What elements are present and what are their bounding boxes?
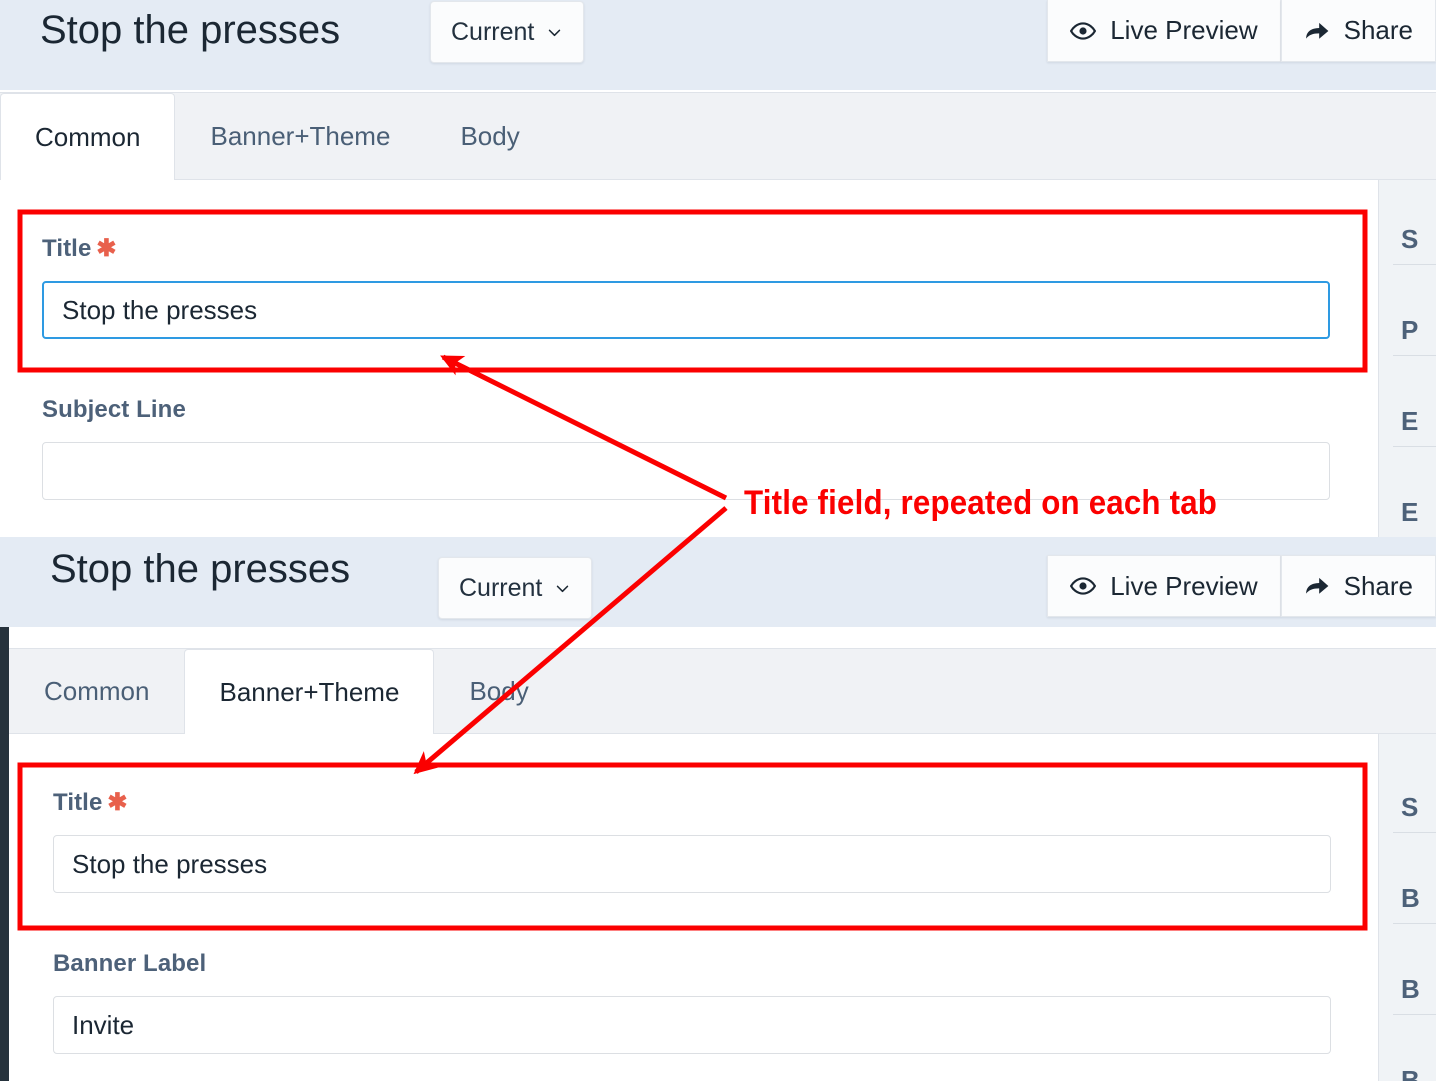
header-actions-bottom: Live Preview Share: [1047, 555, 1436, 617]
tab-body[interactable]: Body: [425, 93, 554, 179]
tab-body-label: Body: [469, 675, 529, 706]
tab-banner-theme[interactable]: Banner+Theme: [175, 93, 425, 179]
share-arrow-icon: [1305, 22, 1328, 39]
screenshot-canvas: Stop the presses Current Live Preview Sh…: [0, 0, 1436, 1081]
sidebar-item-2[interactable]: E: [1379, 396, 1436, 446]
page-title: Stop the presses: [40, 8, 341, 52]
screenshot-common-tab: Stop the presses Current Live Preview Sh…: [0, 0, 1436, 537]
sidebar-divider: [1393, 923, 1436, 924]
tab-common[interactable]: Common: [9, 649, 184, 733]
banner-label-field-label: Banner Label: [53, 950, 207, 977]
sidebar-divider: [1393, 1014, 1436, 1015]
version-dropdown-button[interactable]: Current: [438, 557, 593, 619]
share-button[interactable]: Share: [1280, 0, 1436, 62]
tab-common-label: Common: [35, 121, 141, 152]
screenshot-banner-theme-tab: Stop the presses Current Live Preview Sh…: [0, 537, 1436, 1081]
field-group-title-bottom: Title ✱: [53, 788, 1331, 893]
banner-label-input[interactable]: [53, 996, 1331, 1054]
live-preview-label: Live Preview: [1110, 15, 1258, 45]
sidebar-divider: [1393, 264, 1436, 265]
subject-line-field-label: Subject Line: [42, 396, 186, 423]
field-group-title-top: Title ✱: [42, 234, 1330, 339]
title-field-label: Title ✱: [53, 789, 128, 816]
tab-common[interactable]: Common: [0, 93, 176, 180]
required-asterisk: ✱: [107, 789, 128, 816]
chevron-down-icon: [549, 29, 561, 36]
sidebar-item-3[interactable]: E: [1379, 487, 1436, 537]
live-preview-button[interactable]: Live Preview: [1047, 0, 1281, 62]
live-preview-button[interactable]: Live Preview: [1047, 555, 1281, 617]
sidebar-item-1[interactable]: B: [1379, 873, 1436, 923]
title-input[interactable]: [42, 281, 1330, 339]
required-asterisk: ✱: [96, 235, 117, 262]
app-header-top: Stop the presses Current Live Preview Sh…: [0, 0, 1436, 90]
right-sidebar-bottom: S B B B: [1378, 734, 1436, 1081]
tab-body-label: Body: [460, 120, 520, 151]
sidebar-item-1[interactable]: P: [1379, 305, 1436, 355]
right-sidebar-top: S P E E: [1378, 180, 1436, 537]
tab-common-label: Common: [44, 675, 150, 706]
sidebar-item-3[interactable]: B: [1379, 1055, 1436, 1081]
tab-body[interactable]: Body: [434, 649, 563, 733]
share-label: Share: [1343, 570, 1413, 601]
header-actions-top: Live Preview Share: [1047, 0, 1436, 62]
tab-banner-theme-label: Banner+Theme: [219, 676, 400, 707]
field-group-banner-label: Banner Label: [53, 950, 1331, 1054]
app-header-bottom: Stop the presses Current Live Preview Sh…: [0, 537, 1436, 627]
share-label: Share: [1343, 15, 1413, 45]
sidebar-divider: [1393, 446, 1436, 447]
tab-banner-theme[interactable]: Banner+Theme: [184, 649, 435, 734]
annotation-label: Title field, repeated on each tab: [744, 484, 1218, 522]
sidebar-item-2[interactable]: B: [1379, 964, 1436, 1014]
sidebar-divider: [1393, 832, 1436, 833]
tab-banner-theme-label: Banner+Theme: [210, 120, 391, 151]
tabstrip-top: Common Banner+Theme Body: [0, 92, 1436, 180]
page-title: Stop the presses: [50, 547, 351, 591]
tabstrip-bottom: Common Banner+Theme Body: [9, 648, 1436, 734]
version-dropdown-button[interactable]: Current: [430, 1, 585, 63]
live-preview-label: Live Preview: [1110, 570, 1258, 601]
sidebar-divider: [1393, 355, 1436, 356]
form-panel-top: Title✱ Subject Line: [0, 180, 1436, 537]
title-input[interactable]: [53, 835, 1331, 893]
share-button[interactable]: Share: [1280, 555, 1436, 617]
form-panel-bottom: Title✱ Banner Label: [9, 734, 1436, 1081]
chevron-down-icon: [557, 585, 569, 592]
share-arrow-icon: [1305, 577, 1328, 594]
eye-icon: [1070, 21, 1097, 40]
eye-icon: [1070, 577, 1097, 595]
sidebar-item-0[interactable]: S: [1379, 214, 1436, 264]
title-field-label: Title ✱: [42, 235, 117, 262]
version-dropdown-label: Current: [451, 17, 535, 46]
version-dropdown-label: Current: [459, 573, 543, 602]
sidebar-item-0[interactable]: S: [1379, 782, 1436, 832]
